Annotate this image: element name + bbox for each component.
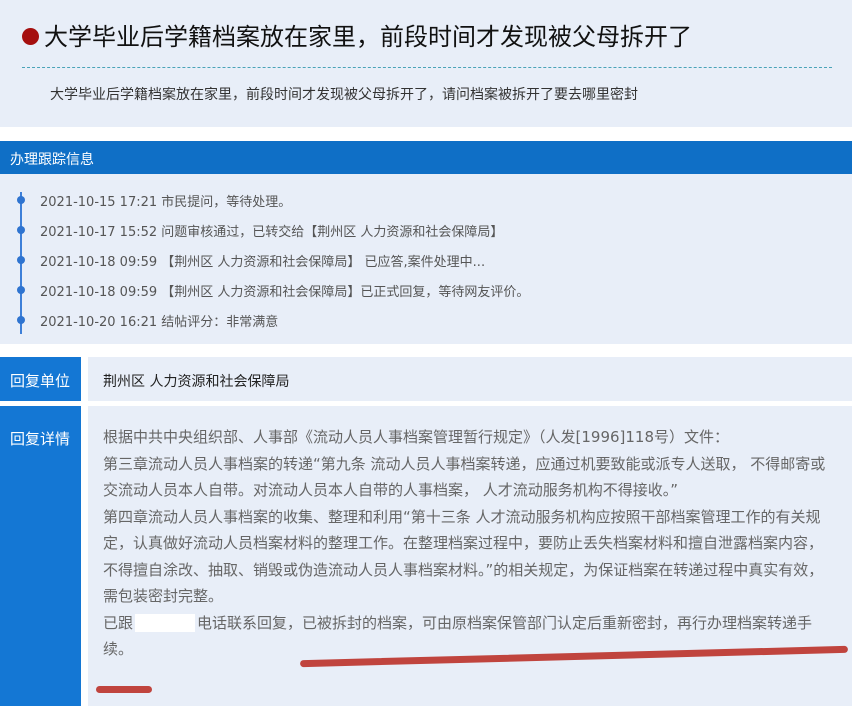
reply-paragraph: 第三章流动人员人事档案的转递“第九条 流动人员人事档案转递，应通过机要致能或派专… (103, 454, 826, 500)
reply-unit-label: 回复单位 (0, 357, 81, 401)
timeline-text: 2021-10-20 16:21 结帖评分：非常满意 (40, 315, 279, 330)
question-panel: 大学毕业后学籍档案放在家里，前段时间才发现被父母拆开了 大学毕业后学籍档案放在家… (0, 0, 852, 127)
timeline-item: 2021-10-17 15:52 问题审核通过，已转交给【荆州区 人力资源和社会… (0, 221, 840, 241)
reply-unit-value-text: 荆州区 人力资源和社会保障局 (103, 374, 290, 390)
timeline-item: 2021-10-18 09:59 【荆州区 人力资源和社会保障局】 已应答,案件… (0, 251, 840, 271)
question-title: 大学毕业后学籍档案放在家里，前段时间才发现被父母拆开了 (44, 23, 692, 51)
reply-paragraph: 根据中共中央组织部、人事部《流动人员人事档案管理暂行规定》（人发[1996]11… (103, 428, 730, 446)
timeline-dot-icon (17, 226, 25, 234)
reply-unit-label-text: 回复单位 (10, 372, 71, 390)
timeline-dot-icon (17, 256, 25, 264)
timeline-text: 2021-10-15 17:21 市民提问，等待处理。 (40, 195, 292, 210)
reply-unit-value: 荆州区 人力资源和社会保障局 (88, 357, 852, 401)
timeline-dot-icon (17, 286, 25, 294)
timeline-dot-icon (17, 316, 25, 324)
reply-detail-label: 回复详情 (0, 406, 81, 706)
timeline-item: 2021-10-20 16:21 结帖评分：非常满意 (0, 311, 840, 331)
timeline-text: 2021-10-18 09:59 【荆州区 人力资源和社会保障局】已正式回复，等… (40, 285, 530, 300)
timeline-item: 2021-10-18 09:59 【荆州区 人力资源和社会保障局】已正式回复，等… (0, 281, 840, 301)
reply-detail-text: 根据中共中央组织部、人事部《流动人员人事档案管理暂行规定》（人发[1996]11… (103, 424, 833, 663)
tracking-header: 办理跟踪信息 (0, 141, 852, 174)
tracking-timeline: 2021-10-15 17:21 市民提问，等待处理。 2021-10-17 1… (0, 174, 852, 344)
highlight-underline (96, 686, 152, 693)
bullet-icon (22, 28, 39, 45)
timeline-item: 2021-10-15 17:21 市民提问，等待处理。 (0, 191, 840, 211)
reply-detail-label-text: 回复详情 (10, 430, 71, 448)
divider (22, 67, 832, 68)
timeline-text: 2021-10-17 15:52 问题审核通过，已转交给【荆州区 人力资源和社会… (40, 225, 504, 240)
tracking-header-label: 办理跟踪信息 (10, 152, 94, 168)
question-description: 大学毕业后学籍档案放在家里，前段时间才发现被父母拆开了，请问档案被拆开了要去哪里… (50, 87, 638, 103)
reply-paragraph: 第四章流动人员人事档案的收集、整理和利用“第十三条 人才流动服务机构应按照干部档… (103, 507, 824, 606)
timeline-dot-icon (17, 196, 25, 204)
timeline-text: 2021-10-18 09:59 【荆州区 人力资源和社会保障局】 已应答,案件… (40, 255, 486, 270)
reply-final-prefix: 已跟 (103, 613, 134, 632)
redaction-mask (135, 614, 196, 632)
